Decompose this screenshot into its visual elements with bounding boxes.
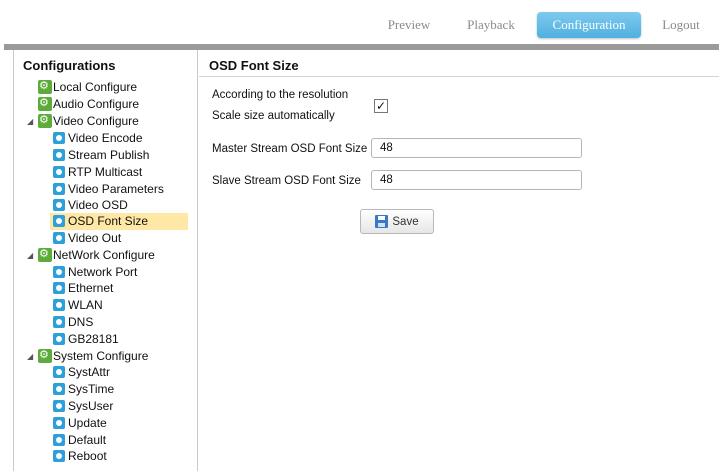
collapse-triangle-icon[interactable]: ◢ xyxy=(27,113,33,130)
sidebar-item-network-port[interactable]: Network Port xyxy=(53,264,137,281)
sidebar-title: Configurations xyxy=(23,58,116,73)
sidebar-item-label: Video Parameters xyxy=(68,182,164,196)
sidebar-item-label: WLAN xyxy=(68,298,103,312)
config-item-icon xyxy=(53,282,65,294)
sidebar-item-audio-configure[interactable]: Audio Configure xyxy=(38,95,140,113)
config-item-icon xyxy=(53,316,65,328)
sidebar-item-reboot[interactable]: Reboot xyxy=(53,448,107,465)
sidebar-item-network-configure[interactable]: NetWork Configure xyxy=(38,246,155,264)
sidebar-item-label: Video OSD xyxy=(68,198,128,212)
sidebar-item-label: Ethernet xyxy=(68,281,114,295)
config-group-icon xyxy=(38,347,52,364)
sidebar-item-update[interactable]: Update xyxy=(53,415,107,432)
config-group-icon xyxy=(38,112,52,129)
config-item-icon xyxy=(53,400,65,412)
sidebar-item-label: Video Configure xyxy=(53,114,139,128)
sidebar-item-label: SystAttr xyxy=(68,365,111,379)
sidebar-item-systime[interactable]: SysTime xyxy=(53,381,114,398)
sidebar-item-label: Video Encode xyxy=(68,131,143,145)
sidebar-item-rtp-multicast[interactable]: RTP Multicast xyxy=(53,164,142,181)
sidebar-item-label: Reboot xyxy=(68,449,107,463)
master-font-size-input[interactable] xyxy=(371,138,582,158)
sidebar-item-systattr[interactable]: SystAttr xyxy=(53,364,110,381)
sidebar-item-osd-font-size[interactable]: OSD Font Size xyxy=(50,213,188,230)
sidebar-item-video-osd[interactable]: Video OSD xyxy=(53,197,128,214)
sidebar-item-label: SysUser xyxy=(68,399,114,413)
slave-font-size-input[interactable] xyxy=(371,170,582,190)
sidebar-item-label: Network Port xyxy=(68,265,138,279)
sidebar-item-video-out[interactable]: Video Out xyxy=(53,230,121,247)
config-item-icon xyxy=(53,417,65,429)
sidebar-item-video-encode[interactable]: Video Encode xyxy=(53,130,143,147)
config-item-icon xyxy=(53,183,65,195)
floppy-disk-icon xyxy=(375,215,389,228)
auto-scale-checkbox[interactable]: ✓ xyxy=(374,99,388,113)
config-item-icon xyxy=(53,149,65,161)
nav-playback[interactable]: Playback xyxy=(458,12,524,38)
sidebar-item-label: DNS xyxy=(68,315,94,329)
sidebar-item-label: Video Out xyxy=(68,231,122,245)
config-group-icon xyxy=(38,246,52,263)
page-title: OSD Font Size xyxy=(209,58,299,73)
config-item-icon xyxy=(53,450,65,462)
title-divider xyxy=(199,76,719,77)
sidebar-item-sysuser[interactable]: SysUser xyxy=(53,398,113,415)
sidebar-item-label: SysTime xyxy=(68,382,115,396)
collapse-triangle-icon[interactable]: ◢ xyxy=(27,348,33,365)
sidebar-item-label: RTP Multicast xyxy=(68,165,143,179)
sidebar-item-video-configure[interactable]: Video Configure xyxy=(38,112,139,130)
sidebar-item-label: Audio Configure xyxy=(53,97,140,111)
sidebar-item-label: System Configure xyxy=(53,349,149,363)
top-navigation-bar: Preview Playback Configuration Logout xyxy=(0,0,719,44)
config-group-icon xyxy=(38,78,52,95)
collapse-triangle-icon[interactable]: ◢ xyxy=(27,247,33,264)
sidebar-item-video-parameters[interactable]: Video Parameters xyxy=(53,181,164,198)
sidebar-item-gb28181[interactable]: GB28181 xyxy=(53,331,119,348)
sidebar-item-stream-publish[interactable]: Stream Publish xyxy=(53,147,149,164)
sidebar-item-label: Stream Publish xyxy=(68,148,150,162)
sidebar-item-wlan[interactable]: WLAN xyxy=(53,297,103,314)
config-item-icon xyxy=(53,166,65,178)
config-item-icon xyxy=(53,333,65,345)
config-item-icon xyxy=(53,299,65,311)
config-item-icon xyxy=(53,215,65,227)
config-item-icon xyxy=(53,434,65,446)
sidebar-item-local-configure[interactable]: Local Configure xyxy=(38,78,138,96)
config-item-icon xyxy=(53,232,65,244)
sidebar-item-ethernet[interactable]: Ethernet xyxy=(53,280,113,297)
sidebar-item-label: Update xyxy=(68,416,107,430)
config-item-icon xyxy=(53,132,65,144)
save-button[interactable]: Save xyxy=(360,209,434,234)
master-font-size-label: Master Stream OSD Font Size xyxy=(212,143,368,155)
sidebar-item-label: NetWork Configure xyxy=(53,248,155,262)
nav-preview[interactable]: Preview xyxy=(377,12,441,38)
save-button-label: Save xyxy=(392,215,419,228)
sidebar-item-default[interactable]: Default xyxy=(53,432,106,449)
config-group-icon xyxy=(38,95,52,112)
sidebar-item-label: OSD Font Size xyxy=(68,214,149,228)
slave-font-size-label: Slave Stream OSD Font Size xyxy=(212,175,361,187)
nav-logout[interactable]: Logout xyxy=(652,12,710,38)
config-item-icon xyxy=(53,366,65,378)
sidebar-item-label: Local Configure xyxy=(53,80,138,94)
sidebar-item-system-configure[interactable]: System Configure xyxy=(38,347,149,365)
sidebar-item-label: Default xyxy=(68,433,107,447)
config-item-icon xyxy=(53,199,65,211)
nav-configuration[interactable]: Configuration xyxy=(537,12,641,38)
config-item-icon xyxy=(53,383,65,395)
auto-scale-label-line2: Scale size automatically xyxy=(212,110,335,122)
sidebar-item-dns[interactable]: DNS xyxy=(53,314,93,331)
auto-scale-label-line1: According to the resolution xyxy=(212,89,349,101)
sidebar-item-label: GB28181 xyxy=(68,332,119,346)
config-item-icon xyxy=(53,266,65,278)
